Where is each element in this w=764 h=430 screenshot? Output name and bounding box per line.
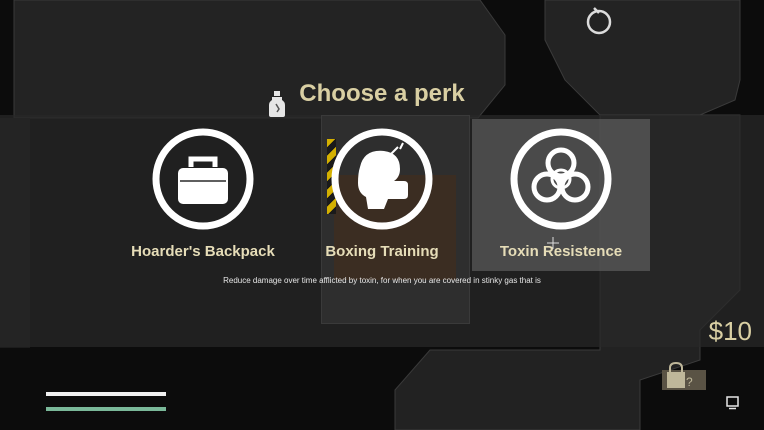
health-bar <box>46 392 166 396</box>
grenade-pickup-icon <box>586 7 612 35</box>
perk-boxing-training[interactable]: Boxing Training <box>293 119 471 271</box>
perk-description: Reduce damage over time afflicted by tox… <box>223 276 541 285</box>
locked-door-icon[interactable]: ? <box>662 362 706 392</box>
crosshair-cursor-icon <box>547 237 559 249</box>
perk-hoarders-backpack[interactable]: Hoarder's Backpack <box>114 119 292 271</box>
stamina-bar <box>46 407 166 411</box>
perk-label: Toxin Resistence <box>499 243 623 260</box>
svg-text:?: ? <box>686 375 693 389</box>
boxing-glove-icon <box>331 128 433 230</box>
money-counter: $10 <box>708 316 752 346</box>
perk-toxin-resistence[interactable]: Toxin Resistence <box>472 119 650 271</box>
biohazard-icon <box>510 128 612 230</box>
backpack-icon <box>152 128 254 230</box>
perk-screen-title: Choose a perk <box>299 80 465 107</box>
monitor-icon[interactable] <box>726 396 739 410</box>
